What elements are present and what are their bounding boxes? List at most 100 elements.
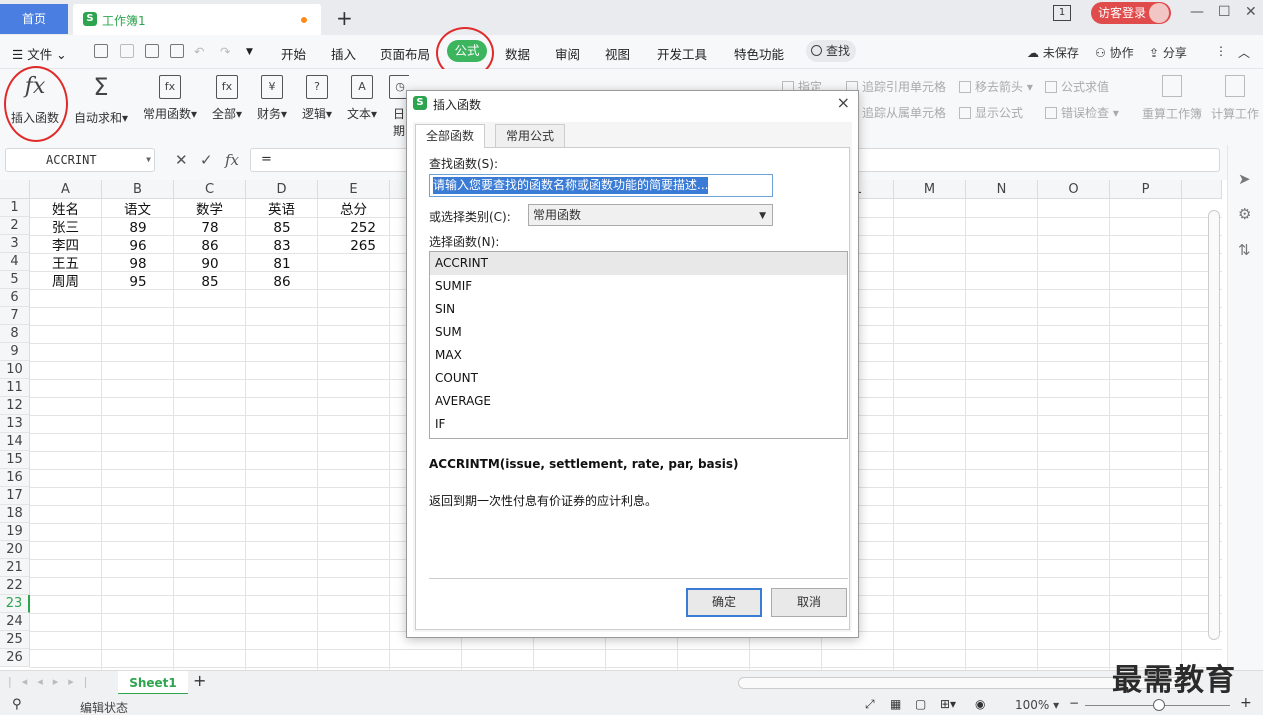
- row-header[interactable]: 7: [0, 307, 30, 325]
- all-functions-button[interactable]: fx 全部▾: [209, 75, 245, 122]
- cell-c1[interactable]: 数学: [196, 201, 246, 219]
- recalculate-workbook-button[interactable]: 重算工作簿: [1141, 75, 1203, 122]
- window-counter-icon[interactable]: 1: [1053, 5, 1071, 21]
- redo-icon[interactable]: ↷: [220, 44, 230, 59]
- row-header[interactable]: 10: [0, 361, 30, 379]
- col-header-o[interactable]: O: [1038, 180, 1110, 199]
- row-header[interactable]: 5: [0, 271, 30, 289]
- new-tab-button[interactable]: +: [336, 6, 353, 30]
- menu-page-layout[interactable]: 页面布局: [380, 44, 430, 63]
- ok-button[interactable]: 确定: [686, 588, 762, 617]
- collaborate-button[interactable]: ⚇ 协作: [1095, 44, 1134, 61]
- quick-access-more-icon[interactable]: ▼: [246, 47, 253, 57]
- cell-c5[interactable]: 85: [174, 273, 246, 291]
- collapse-ribbon-icon[interactable]: ︿: [1238, 44, 1250, 61]
- col-header-m[interactable]: M: [894, 180, 966, 199]
- maximize-icon[interactable]: ☐: [1218, 4, 1231, 20]
- normal-view-icon[interactable]: ▦: [890, 697, 901, 711]
- show-formulas-button[interactable]: 显示公式: [959, 104, 1023, 121]
- macro-icon[interactable]: ⚲: [12, 697, 22, 712]
- zoom-out-icon[interactable]: −: [1069, 696, 1079, 710]
- sheet-tab-sheet1[interactable]: Sheet1: [118, 671, 188, 695]
- row-header[interactable]: 21: [0, 559, 30, 577]
- unsaved-status[interactable]: ☁ 未保存: [1027, 44, 1079, 61]
- autosum-button[interactable]: Σ 自动求和▾: [72, 75, 130, 126]
- cell-a1[interactable]: 姓名: [52, 201, 102, 219]
- evaluate-formula-button[interactable]: 公式求值: [1045, 78, 1109, 95]
- row-header[interactable]: 17: [0, 487, 30, 505]
- more-options-icon[interactable]: ⋮: [1215, 44, 1227, 58]
- workbook-tab[interactable]: S 工作簿1: [73, 4, 321, 35]
- cursor-icon[interactable]: ➤: [1238, 170, 1254, 188]
- row-header[interactable]: 23: [0, 595, 30, 613]
- dialog-title-bar[interactable]: S 插入函数 ×: [407, 91, 858, 115]
- home-tab[interactable]: 首页: [0, 4, 68, 34]
- row-header[interactable]: 3: [0, 235, 30, 253]
- error-check-button[interactable]: 错误检查 ▾: [1045, 104, 1119, 121]
- category-select[interactable]: 常用函数 ▼: [528, 204, 773, 226]
- cancel-button[interactable]: 取消: [771, 588, 847, 617]
- zoom-level[interactable]: 100% ▾: [1015, 698, 1059, 712]
- function-item-if[interactable]: IF: [430, 413, 847, 436]
- row-header[interactable]: 13: [0, 415, 30, 433]
- tab-common-formulas[interactable]: 常用公式: [495, 124, 566, 147]
- common-functions-button[interactable]: fx 常用函数▾: [141, 75, 199, 122]
- zoom-in-icon[interactable]: +: [1240, 695, 1252, 711]
- row-header[interactable]: 24: [0, 613, 30, 631]
- row-header[interactable]: 20: [0, 541, 30, 559]
- cell-a4[interactable]: 王五: [52, 255, 102, 273]
- row-header[interactable]: 16: [0, 469, 30, 487]
- cell-e2[interactable]: 252: [318, 219, 390, 237]
- col-header-e[interactable]: E: [318, 180, 390, 199]
- menu-developer[interactable]: 开发工具: [657, 44, 707, 63]
- dialog-close-icon[interactable]: ×: [837, 93, 850, 112]
- col-header-d[interactable]: D: [246, 180, 318, 199]
- function-item-sin[interactable]: SIN: [430, 298, 847, 321]
- col-header-b[interactable]: B: [102, 180, 174, 199]
- row-header[interactable]: 2: [0, 217, 30, 235]
- text-functions-button[interactable]: A 文本▾: [345, 75, 379, 122]
- page-layout-view-icon[interactable]: ▢: [915, 697, 926, 711]
- cell-b3[interactable]: 96: [102, 237, 174, 255]
- menu-special-features[interactable]: 特色功能: [734, 44, 784, 63]
- confirm-entry-icon[interactable]: ✓: [200, 151, 213, 169]
- fullscreen-icon[interactable]: ⤢: [865, 697, 875, 712]
- row-header[interactable]: 4: [0, 253, 30, 271]
- cell-e3[interactable]: 265: [318, 237, 390, 255]
- add-sheet-button[interactable]: +: [193, 671, 206, 690]
- menu-review[interactable]: 审阅: [555, 44, 580, 63]
- cell-b1[interactable]: 语文: [124, 201, 174, 219]
- guest-login-button[interactable]: 访客登录: [1091, 2, 1171, 24]
- tab-all-functions[interactable]: 全部函数: [415, 124, 486, 148]
- row-header[interactable]: 6: [0, 289, 30, 307]
- cell-a2[interactable]: 张三: [52, 219, 102, 237]
- row-header[interactable]: 25: [0, 631, 30, 649]
- row-header[interactable]: 26: [0, 649, 30, 667]
- function-item-count[interactable]: COUNT: [430, 367, 847, 390]
- minimize-icon[interactable]: —: [1190, 4, 1204, 20]
- name-box[interactable]: ACCRINT ▼: [5, 148, 155, 172]
- row-header[interactable]: 14: [0, 433, 30, 451]
- save-icon[interactable]: [94, 44, 108, 58]
- zoom-slider-handle[interactable]: [1153, 699, 1165, 711]
- function-item-accrint[interactable]: ACCRINT: [430, 252, 847, 275]
- menu-view[interactable]: 视图: [605, 44, 630, 63]
- logic-functions-button[interactable]: ? 逻辑▾: [300, 75, 334, 122]
- menu-insert[interactable]: 插入: [331, 44, 356, 63]
- cell-b2[interactable]: 89: [102, 219, 174, 237]
- cell-c4[interactable]: 90: [174, 255, 246, 273]
- trace-dependents-button[interactable]: 追踪从属单元格: [846, 104, 946, 121]
- col-header-a[interactable]: A: [30, 180, 102, 199]
- format-painter-icon[interactable]: [120, 44, 134, 58]
- finance-functions-button[interactable]: ¥ 财务▾: [255, 75, 289, 122]
- remove-arrows-button[interactable]: 移去箭头 ▾: [959, 78, 1033, 95]
- row-header[interactable]: 8: [0, 325, 30, 343]
- file-menu[interactable]: ☰ 文件 ⌄: [12, 44, 67, 63]
- col-header-n[interactable]: N: [966, 180, 1038, 199]
- row-header[interactable]: 22: [0, 577, 30, 595]
- cell-c3[interactable]: 86: [174, 237, 246, 255]
- share-button[interactable]: ⇪ 分享: [1149, 44, 1187, 61]
- cell-d4[interactable]: 81: [246, 255, 318, 273]
- function-item-sum[interactable]: SUM: [430, 321, 847, 344]
- search-button[interactable]: 查找: [806, 40, 856, 62]
